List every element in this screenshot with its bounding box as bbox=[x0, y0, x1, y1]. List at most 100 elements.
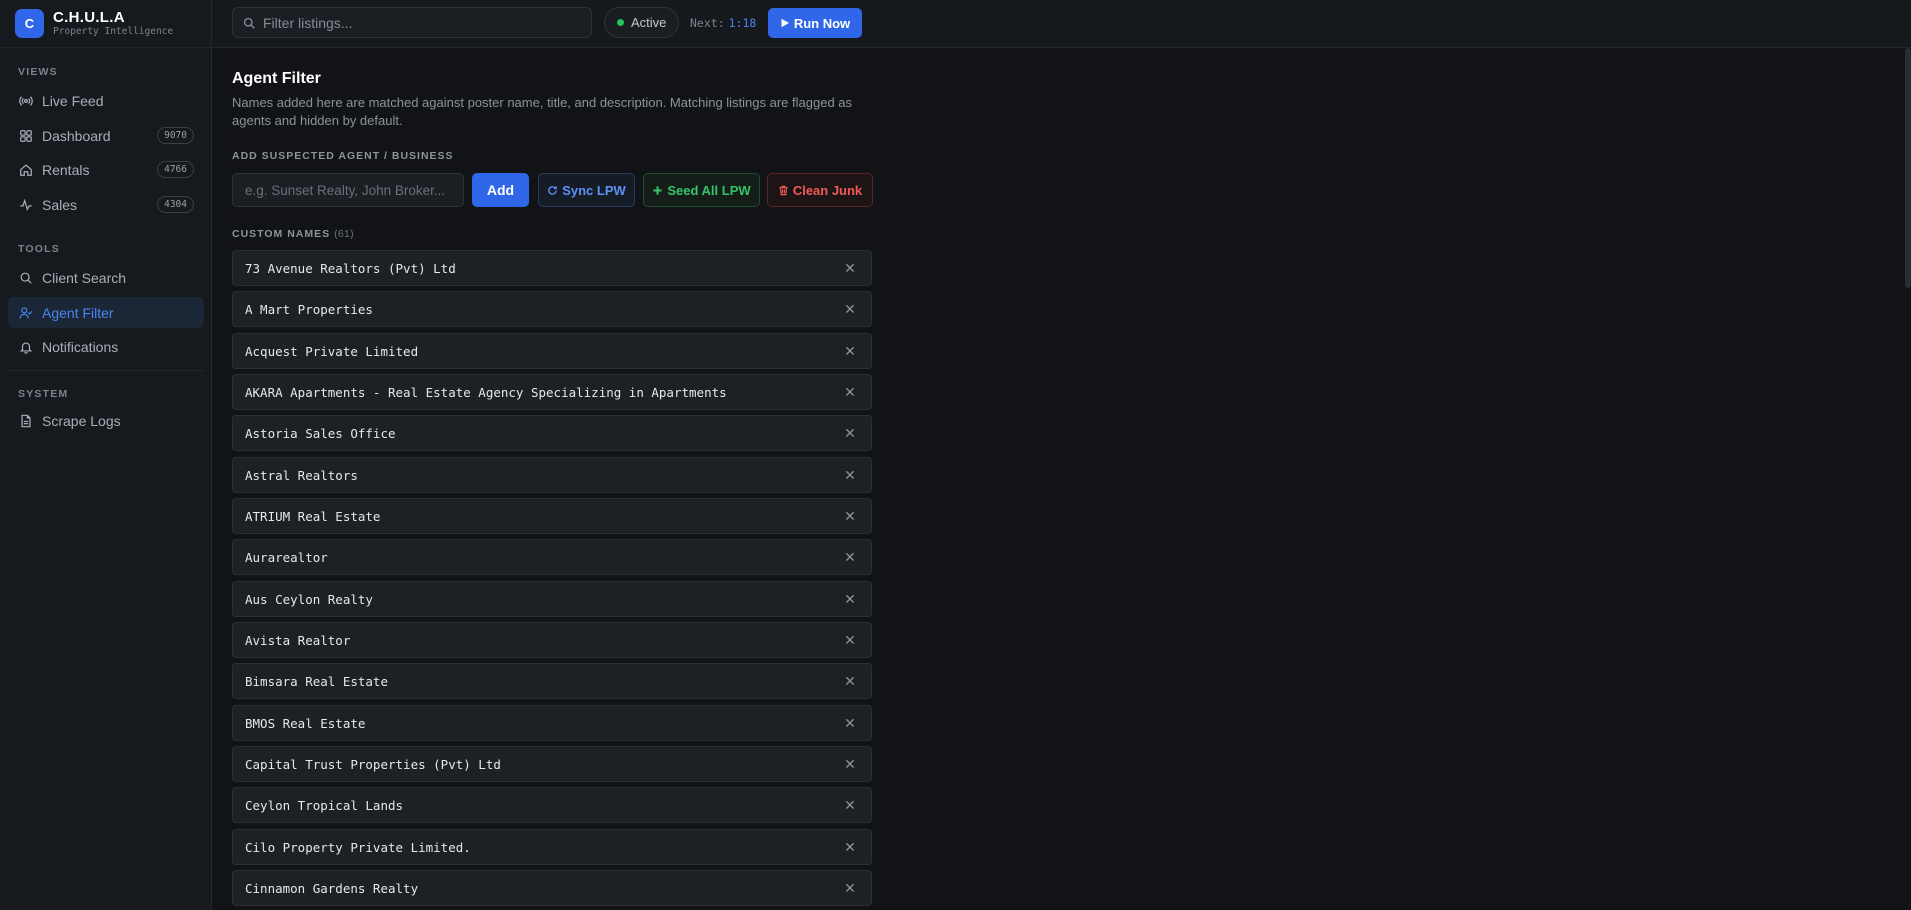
list-item: Ceylon Tropical Lands ✕ bbox=[232, 787, 872, 823]
sidebar-item-label: Rentals bbox=[42, 161, 90, 178]
plus-icon bbox=[653, 185, 662, 195]
sidebar-item-client-search[interactable]: Client Search bbox=[8, 262, 204, 293]
top-bar: Active Next:1:18 Run Now bbox=[212, 0, 1911, 48]
brand: C C.H.U.L.A Property Intelligence bbox=[0, 0, 211, 48]
sidebar-item-label: Scrape Logs bbox=[42, 412, 121, 429]
page-description: Names added here are matched against pos… bbox=[232, 95, 853, 128]
sidebar-item-scrape-logs[interactable]: Scrape Logs bbox=[8, 405, 204, 436]
user-check-icon bbox=[19, 306, 33, 318]
remove-icon[interactable]: ✕ bbox=[843, 881, 857, 895]
count-badge: 4304 bbox=[157, 196, 194, 213]
agent-name: Aus Ceylon Realty bbox=[245, 591, 373, 607]
play-icon bbox=[781, 18, 789, 28]
agent-name: Avista Realtor bbox=[245, 632, 351, 648]
run-now-button[interactable]: Run Now bbox=[768, 8, 862, 38]
seed-all-lpw-button[interactable]: Seed All LPW bbox=[643, 173, 760, 207]
sidebar-item-sales[interactable]: Sales 4304 bbox=[8, 189, 204, 220]
remove-icon[interactable]: ✕ bbox=[843, 302, 857, 316]
list-item: Aurarealtor ✕ bbox=[232, 539, 872, 575]
list-item: ATRIUM Real Estate ✕ bbox=[232, 498, 872, 534]
remove-icon[interactable]: ✕ bbox=[843, 426, 857, 440]
remove-icon[interactable]: ✕ bbox=[843, 757, 857, 771]
grid-icon bbox=[20, 129, 32, 142]
list-item: Cilo Property Private Limited. ✕ bbox=[232, 829, 872, 865]
remove-icon[interactable]: ✕ bbox=[843, 468, 857, 482]
sidebar-item-live-feed[interactable]: Live Feed bbox=[8, 85, 204, 116]
remove-icon[interactable]: ✕ bbox=[843, 261, 857, 275]
agent-name: AKARA Apartments - Real Estate Agency Sp… bbox=[245, 384, 727, 400]
list-item: Capital Trust Properties (Pvt) Ltd ✕ bbox=[232, 746, 872, 782]
clean-junk-label: Clean Junk bbox=[792, 182, 863, 198]
list-item: Cinnamon Gardens Realty ✕ bbox=[232, 870, 872, 906]
section-label-views: VIEWS bbox=[18, 66, 58, 78]
add-button[interactable]: Add bbox=[472, 173, 529, 207]
search-icon bbox=[243, 17, 255, 29]
seed-all-lpw-label: Seed All LPW bbox=[667, 182, 751, 198]
remove-icon[interactable]: ✕ bbox=[843, 716, 857, 730]
brand-logo[interactable]: C bbox=[15, 9, 44, 38]
remove-icon[interactable]: ✕ bbox=[843, 674, 857, 688]
agent-name: ATRIUM Real Estate bbox=[245, 508, 381, 524]
next-run-timer: Next: 1:18 bbox=[690, 16, 756, 30]
remove-icon[interactable]: ✕ bbox=[843, 550, 857, 564]
trash-icon bbox=[779, 185, 788, 195]
sidebar-item-dashboard[interactable]: Dashboard 9070 bbox=[8, 120, 204, 151]
remove-icon[interactable]: ✕ bbox=[843, 633, 857, 647]
broadcast-icon bbox=[19, 95, 33, 106]
list-item: Bimsara Real Estate ✕ bbox=[232, 663, 872, 699]
sidebar-item-label: Sales bbox=[42, 196, 78, 213]
agent-name-input[interactable] bbox=[232, 173, 464, 207]
agent-name: Aurarealtor bbox=[245, 549, 328, 565]
list-item: AKARA Apartments - Real Estate Agency Sp… bbox=[232, 374, 872, 410]
search-icon bbox=[20, 272, 32, 284]
refresh-icon bbox=[548, 185, 558, 195]
remove-icon[interactable]: ✕ bbox=[843, 592, 857, 606]
file-icon bbox=[21, 414, 31, 427]
brand-name: C.H.U.L.A bbox=[53, 9, 125, 26]
sidebar-item-label: Live Feed bbox=[42, 92, 104, 109]
search-box[interactable] bbox=[232, 7, 592, 38]
sidebar-item-label: Dashboard bbox=[42, 127, 111, 144]
custom-names-count: (61) bbox=[334, 228, 354, 240]
remove-icon[interactable]: ✕ bbox=[843, 344, 857, 358]
sidebar-item-agent-filter[interactable]: Agent Filter bbox=[8, 297, 204, 328]
sync-lpw-label: Sync LPW bbox=[562, 182, 626, 198]
agent-name: A Mart Properties bbox=[245, 301, 373, 317]
sidebar-item-notifications[interactable]: Notifications bbox=[8, 331, 204, 362]
agent-name: 73 Avenue Realtors (Pvt) Ltd bbox=[245, 260, 456, 276]
agent-name: Cilo Property Private Limited. bbox=[245, 839, 471, 855]
agent-name: Bimsara Real Estate bbox=[245, 673, 388, 689]
sidebar: C C.H.U.L.A Property Intelligence VIEWS … bbox=[0, 0, 212, 910]
list-item: Astoria Sales Office ✕ bbox=[232, 415, 872, 451]
sidebar-item-label: Client Search bbox=[42, 269, 127, 286]
sync-lpw-button[interactable]: Sync LPW bbox=[538, 173, 635, 207]
home-icon bbox=[20, 163, 32, 176]
remove-icon[interactable]: ✕ bbox=[843, 798, 857, 812]
section-label-tools: TOOLS bbox=[18, 243, 60, 255]
page-title: Agent Filter bbox=[232, 70, 321, 87]
agent-name: Astral Realtors bbox=[245, 467, 358, 483]
status-dot-icon bbox=[617, 19, 624, 26]
section-label-system: SYSTEM bbox=[18, 388, 69, 400]
agent-name: Ceylon Tropical Lands bbox=[245, 797, 404, 813]
sidebar-item-label: Agent Filter bbox=[42, 304, 114, 321]
bell-icon bbox=[19, 341, 33, 354]
sidebar-item-label: Notifications bbox=[42, 338, 119, 355]
agent-name: Acquest Private Limited bbox=[245, 343, 419, 359]
next-time: 1:18 bbox=[728, 16, 757, 30]
activity-icon bbox=[20, 198, 32, 211]
remove-icon[interactable]: ✕ bbox=[843, 509, 857, 523]
list-item: A Mart Properties ✕ bbox=[232, 291, 872, 327]
clean-junk-button[interactable]: Clean Junk bbox=[767, 173, 873, 207]
agent-name: BMOS Real Estate bbox=[245, 715, 366, 731]
remove-icon[interactable]: ✕ bbox=[843, 385, 857, 399]
status-badge[interactable]: Active bbox=[604, 7, 680, 38]
filter-listings-input[interactable] bbox=[263, 14, 583, 31]
next-label: Next: bbox=[690, 16, 725, 30]
status-text: Active bbox=[631, 15, 667, 30]
remove-icon[interactable]: ✕ bbox=[843, 840, 857, 854]
list-item: 73 Avenue Realtors (Pvt) Ltd ✕ bbox=[232, 250, 872, 286]
sidebar-item-rentals[interactable]: Rentals 4766 bbox=[8, 154, 204, 185]
page-scrollbar[interactable] bbox=[1905, 48, 1911, 288]
brand-subtitle: Property Intelligence bbox=[53, 26, 174, 37]
